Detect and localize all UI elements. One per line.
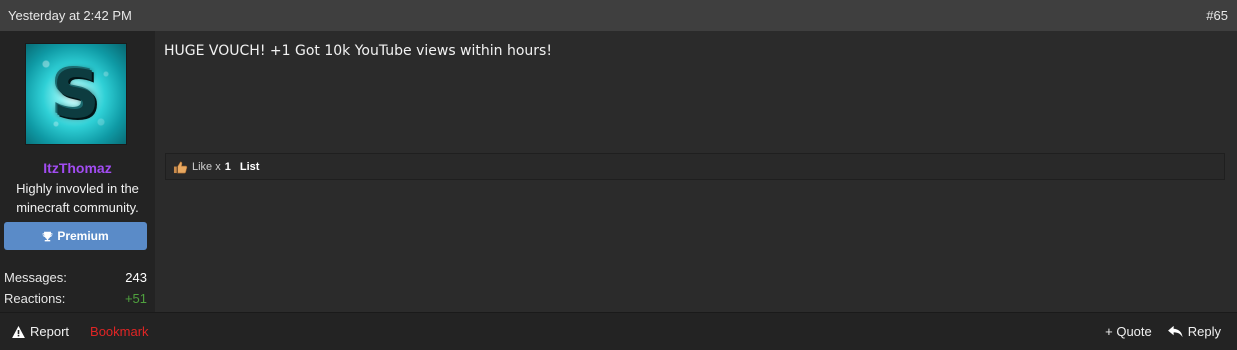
user-panel: S ItzThomaz Highly invovled in the minec… (0, 31, 155, 312)
post-timestamp[interactable]: Yesterday at 2:42 PM (8, 8, 132, 23)
reply-arrow-icon (1167, 325, 1183, 338)
messages-label: Messages: (4, 270, 67, 285)
premium-banner: Premium (4, 222, 147, 250)
user-avatar[interactable]: S (25, 43, 127, 145)
username-link[interactable]: ItzThomaz (0, 160, 155, 176)
like-count: 1 (224, 160, 231, 173)
reply-button[interactable]: Reply (1167, 324, 1221, 339)
avatar-letter: S (52, 55, 100, 133)
post-body: HUGE VOUCH! +1 Got 10k YouTube views wit… (164, 43, 552, 59)
report-button[interactable]: Report (12, 324, 69, 339)
bookmark-link[interactable]: Bookmark (90, 324, 149, 339)
quote-button[interactable]: + Quote (1105, 324, 1152, 339)
forum-post: Yesterday at 2:42 PM #65 S ItzThomaz Hig… (0, 0, 1237, 350)
report-label: Report (30, 324, 70, 339)
reactions-bar: Like x 1 List (165, 153, 1225, 180)
trophy-icon (43, 231, 53, 241)
stat-reactions: Reactions: +51 (4, 291, 147, 306)
reactions-list-link[interactable]: List (240, 161, 260, 173)
reply-label: Reply (1187, 324, 1221, 339)
user-title: Highly invovled in the minecraft communi… (0, 179, 155, 217)
footer-left-actions: Report Bookmark (12, 324, 149, 339)
reactions-value: +51 (124, 291, 147, 306)
post-footer: Report Bookmark + Quote Reply (0, 312, 1237, 350)
post-header: Yesterday at 2:42 PM #65 (0, 0, 1237, 31)
thumbs-up-icon (173, 161, 188, 173)
premium-banner-label: Premium (57, 229, 109, 243)
post-number-link[interactable]: #65 (1206, 8, 1228, 23)
messages-value: 243 (125, 270, 147, 285)
like-summary-text: Like x (192, 160, 221, 173)
user-title-line2: minecraft community. (16, 200, 139, 215)
footer-right-actions: + Quote Reply (1105, 324, 1221, 339)
stat-messages: Messages: 243 (4, 270, 147, 285)
warning-icon (12, 325, 25, 338)
user-title-line1: Highly invovled in the (16, 181, 139, 196)
reactions-label: Reactions: (4, 291, 66, 306)
